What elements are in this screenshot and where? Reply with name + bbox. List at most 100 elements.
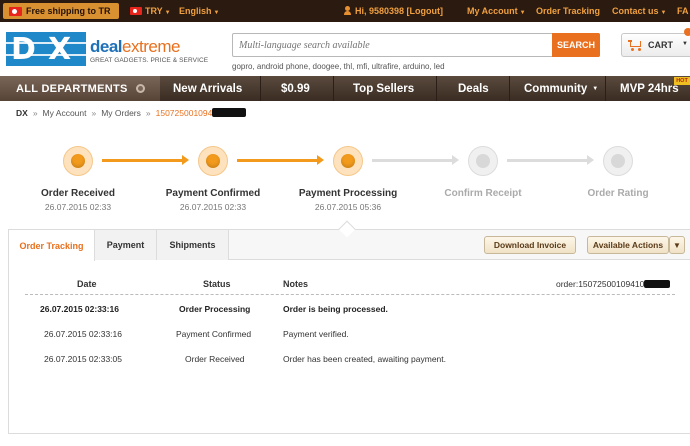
nav-community-label: Community — [524, 82, 588, 95]
column-header-status: Status — [203, 279, 231, 289]
column-header-notes: Notes — [283, 279, 309, 289]
step-label: Payment Processing — [298, 188, 398, 199]
breadcrumb-current-order: 150725001094 — [155, 108, 213, 118]
user-icon — [344, 6, 351, 15]
row-date: 26.07.2015 02:33:16 — [44, 329, 122, 339]
language-label: English — [179, 6, 212, 16]
table-row: 26.07.2015 02:33:16 Payment Confirmed Pa… — [9, 329, 690, 343]
cart-icon — [628, 40, 642, 51]
tab-payment[interactable]: Payment — [95, 230, 157, 260]
chevron-down-icon: ▼ — [682, 41, 688, 47]
column-header-date: Date — [77, 279, 97, 289]
top-bar: Free shipping to TR TRY ▼ English ▼ Hi, 95… — [0, 0, 690, 22]
step-date: 26.07.2015 02:33 — [44, 202, 112, 212]
download-invoice-button[interactable]: Download Invoice — [484, 236, 576, 254]
table-divider — [25, 294, 675, 295]
all-departments-label: ALL DEPARTMENTS — [16, 82, 128, 95]
step-node-order-received — [63, 146, 93, 176]
tab-shipments[interactable]: Shipments — [157, 230, 229, 260]
nav-deals[interactable]: Deals — [458, 76, 489, 101]
currency-selector[interactable]: TRY ▼ — [130, 6, 171, 16]
my-account-label: My Account — [467, 6, 518, 16]
cart-count-badge — [684, 28, 690, 36]
breadcrumb-home[interactable]: DX — [16, 108, 28, 118]
order-reference: order:15072500109410 — [556, 279, 671, 289]
breadcrumb-my-orders[interactable]: My Orders — [101, 108, 141, 118]
step-label: Order Received — [41, 188, 115, 199]
turkey-flag-icon — [130, 7, 142, 15]
tab-order-tracking[interactable]: Order Tracking — [9, 230, 95, 261]
chevron-down-icon: ▼ — [519, 10, 526, 16]
step-label: Order Rating — [587, 188, 649, 199]
row-date: 26.07.2015 02:33:05 — [44, 354, 122, 364]
logo-extreme: extreme — [122, 37, 180, 56]
contact-us-link[interactable]: Contact us ▼ — [612, 6, 666, 16]
step-arrow-icon — [372, 155, 459, 165]
dx-logo-mark: D X — [6, 32, 86, 66]
logo-stripe — [6, 54, 86, 56]
available-actions-button[interactable]: Available Actions — [587, 236, 669, 254]
my-account-link[interactable]: My Account ▼ — [467, 6, 526, 16]
logo-deal: deal — [90, 37, 123, 56]
row-notes: Order is being processed. — [283, 304, 388, 314]
row-notes: Payment verified. — [283, 329, 349, 339]
greeting-label: Hi, 9580398 [Logout] — [355, 6, 444, 16]
table-row: 26.07.2015 02:33:16 Order Processing Ord… — [9, 304, 690, 318]
currency-label: TRY — [145, 6, 163, 16]
free-shipping-label: Free shipping to TR — [26, 6, 111, 16]
chevron-down-icon[interactable]: ▼ — [669, 236, 685, 254]
faq-link[interactable]: FA — [677, 6, 689, 16]
step-node-order-rating — [603, 146, 633, 176]
table-row: 26.07.2015 02:33:05 Order Received Order… — [9, 354, 690, 368]
search-input[interactable] — [239, 37, 549, 53]
logo-wordmark: dealextreme — [90, 37, 180, 57]
breadcrumb: DX» My Account» My Orders» 150725001094 — [16, 108, 247, 118]
step-label: Confirm Receipt — [444, 188, 522, 199]
popular-keywords[interactable]: gopro, android phone, doogee, thl, mfi, … — [232, 62, 445, 71]
nav-099[interactable]: $0.99 — [281, 76, 310, 101]
step-label: Payment Confirmed — [165, 188, 261, 199]
step-date: 26.07.2015 05:36 — [314, 202, 382, 212]
chevron-down-icon: ▼ — [164, 10, 171, 16]
nav-community[interactable]: Community ▼ — [524, 76, 598, 101]
free-shipping-badge[interactable]: Free shipping to TR — [3, 3, 119, 19]
all-departments-menu[interactable]: ALL DEPARTMENTS — [0, 76, 160, 101]
chevron-down-icon: ▼ — [660, 10, 667, 16]
redacted-mark — [644, 280, 671, 288]
search-button[interactable]: SEARCH — [552, 33, 600, 57]
language-selector[interactable]: English ▼ — [179, 6, 219, 16]
step-node-confirm-receipt — [468, 146, 498, 176]
logo-tagline: GREAT GADGETS. PRICE & SERVICE — [90, 57, 209, 64]
row-notes: Order has been created, awaiting payment… — [283, 354, 447, 364]
logo-letter-d: D — [11, 32, 36, 67]
order-details-panel: Order Tracking Payment Shipments Downloa… — [8, 229, 690, 434]
step-arrow-icon — [102, 155, 189, 165]
user-greeting[interactable]: Hi, 9580398 [Logout] — [344, 6, 443, 16]
contact-us-label: Contact us — [612, 6, 659, 16]
hot-badge: HOT — [674, 77, 690, 85]
row-status: Payment Confirmed — [176, 329, 252, 339]
row-status: Order Processing — [179, 304, 251, 314]
cart-button[interactable]: CART ▼ — [621, 33, 690, 57]
step-node-payment-processing — [333, 146, 363, 176]
nav-top-sellers[interactable]: Top Sellers — [353, 76, 414, 101]
step-arrow-icon — [237, 155, 324, 165]
order-reference-label: order:15072500109410 — [556, 279, 645, 289]
chevron-down-icon: ▼ — [213, 10, 220, 16]
turkey-flag-icon — [9, 6, 22, 16]
step-arrow-icon — [507, 155, 594, 165]
nav-new-arrivals[interactable]: New Arrivals — [173, 76, 242, 101]
step-node-payment-confirmed — [198, 146, 228, 176]
search-box: SEARCH — [232, 33, 600, 57]
logo-letter-x: X — [48, 32, 71, 67]
row-status: Order Received — [185, 354, 245, 364]
logo-stripe — [6, 42, 86, 44]
breadcrumb-my-account[interactable]: My Account — [43, 108, 87, 118]
order-tracking-link[interactable]: Order Tracking — [536, 6, 600, 16]
chevron-down-icon: ▼ — [592, 85, 599, 92]
step-date: 26.07.2015 02:33 — [179, 202, 247, 212]
redacted-mark — [212, 108, 247, 117]
nav-mvp-24hrs[interactable]: MVP 24hrs — [620, 76, 679, 101]
dealextreme-logo[interactable]: D X dealextreme GREAT GADGETS. PRICE & S… — [6, 32, 216, 68]
main-navigation: ALL DEPARTMENTS New Arrivals $0.99 Top S… — [0, 76, 690, 101]
